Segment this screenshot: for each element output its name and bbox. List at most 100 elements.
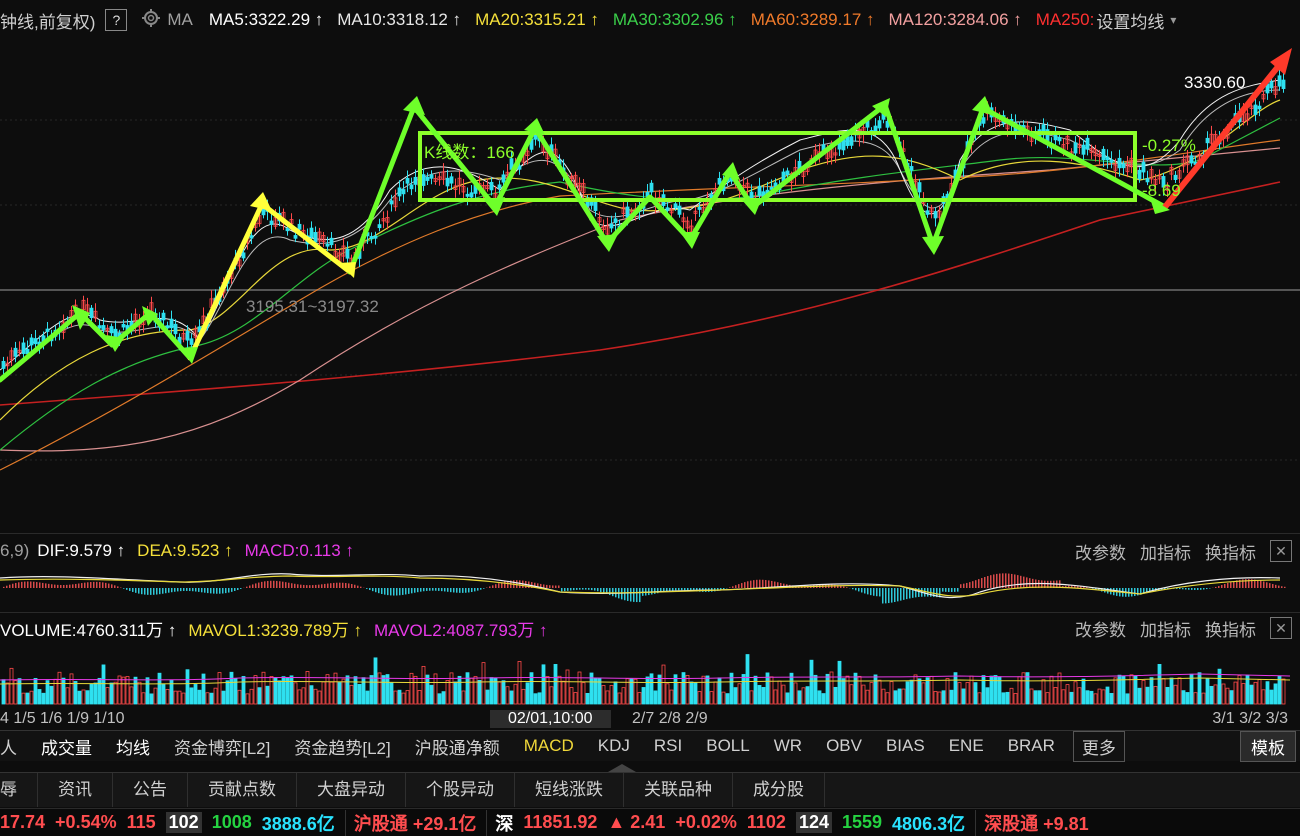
tab-wr[interactable]: WR: [774, 736, 802, 756]
macd-bar: [984, 577, 986, 588]
macd-switch-indicator-button[interactable]: 换指标: [1205, 539, 1256, 564]
template-button[interactable]: 模板: [1240, 731, 1296, 762]
tab-boll[interactable]: BOLL: [706, 736, 749, 756]
macd-bar: [117, 586, 119, 588]
set-ma-button[interactable]: 设置均线: [1096, 8, 1164, 33]
tab-fund-game[interactable]: 资金博弈[L2]: [174, 734, 270, 759]
volume-bar: [1122, 676, 1125, 704]
macd-bar: [27, 581, 29, 588]
macd-bar: [876, 588, 878, 596]
tab-obv[interactable]: OBV: [826, 736, 862, 756]
subtab-announcements[interactable]: 公告: [113, 773, 188, 807]
candle-body: [270, 221, 273, 225]
volume-bar: [1074, 682, 1077, 704]
volume-bar: [62, 678, 65, 704]
macd-edit-params-button[interactable]: 改参数: [1075, 539, 1126, 564]
macd-close-icon[interactable]: ✕: [1270, 540, 1292, 562]
subtab-constituents[interactable]: 成分股: [733, 773, 825, 807]
volume-bar: [638, 693, 641, 704]
volume-bar: [922, 683, 925, 704]
volume-bar: [354, 677, 357, 704]
subtab-0[interactable]: 辱: [0, 773, 38, 807]
volume-chart[interactable]: [0, 642, 1300, 706]
volume-bar: [786, 693, 789, 704]
ticker-sz-label: 深: [486, 810, 513, 836]
candle-body: [298, 224, 301, 229]
macd-bar: [423, 588, 425, 591]
volume-bar: [158, 673, 161, 704]
volume-bar: [342, 679, 345, 704]
tab-ene[interactable]: ENE: [949, 736, 984, 756]
volume-add-indicator-button[interactable]: 加指标: [1140, 616, 1191, 641]
more-button[interactable]: 更多: [1073, 731, 1125, 762]
candle-body: [166, 326, 169, 328]
tab-bias[interactable]: BIAS: [886, 736, 925, 756]
tab-macd[interactable]: MACD: [524, 736, 574, 756]
tab-hk-connect-net[interactable]: 沪股通净额: [415, 734, 500, 759]
tab-volume[interactable]: 成交量: [41, 734, 92, 759]
macd-bar: [222, 588, 224, 594]
volume-bar: [522, 689, 525, 704]
tab-fund-trend[interactable]: 资金趋势[L2]: [294, 734, 390, 759]
macd-bar: [309, 585, 311, 588]
candle-body: [250, 236, 253, 238]
tab-rsi[interactable]: RSI: [654, 736, 682, 756]
volume-bar: [506, 687, 509, 704]
ticker-sz-connect[interactable]: 深股通 +9.81: [975, 810, 1089, 836]
arrowhead-green-9: [680, 232, 700, 249]
subtab-related-products[interactable]: 关联品种: [624, 773, 733, 807]
macd-chart[interactable]: [0, 564, 1300, 612]
candle-body: [14, 348, 17, 356]
candle-body: [1278, 76, 1281, 86]
subtab-market-movement[interactable]: 大盘异动: [297, 773, 406, 807]
tab-ren[interactable]: 人: [0, 734, 17, 759]
macd-bar: [1182, 588, 1184, 589]
subtab-stock-movement[interactable]: 个股异动: [406, 773, 515, 807]
date-axis-right: 3/1 3/2 3/3: [1212, 710, 1288, 728]
volume-bar: [1114, 678, 1117, 704]
volume-bar: [422, 666, 425, 704]
tab-kdj[interactable]: KDJ: [598, 736, 630, 756]
gear-icon[interactable]: [141, 8, 161, 33]
volume-close-icon[interactable]: ✕: [1270, 617, 1292, 639]
help-button[interactable]: ?: [105, 9, 127, 31]
date-axis-mid: 2/7 2/8 2/9: [632, 710, 708, 728]
subtab-short-term-change[interactable]: 短线涨跌: [515, 773, 624, 807]
chevron-down-icon[interactable]: ▾: [1170, 13, 1176, 27]
arrowhead-green-14: [972, 96, 993, 115]
volume-bar: [1062, 690, 1065, 704]
macd-bar: [975, 580, 977, 588]
macd-bar: [405, 588, 407, 594]
macd-bar: [144, 588, 146, 595]
volume-bar: [1262, 690, 1265, 704]
macd-bar: [942, 588, 944, 592]
macd-bar: [132, 588, 134, 592]
volume-bar: [538, 693, 541, 704]
volume-switch-indicator-button[interactable]: 换指标: [1205, 616, 1256, 641]
macd-add-indicator-button[interactable]: 加指标: [1140, 539, 1191, 564]
macd-bar: [87, 582, 89, 588]
volume-bar: [338, 683, 341, 704]
subtab-contribution-points[interactable]: 贡献点数: [188, 773, 297, 807]
macd-bar: [180, 588, 182, 591]
volume-bar: [710, 692, 713, 704]
candle-body: [1174, 175, 1177, 179]
tab-ma[interactable]: 均线: [116, 734, 150, 759]
macd-bar: [300, 585, 302, 588]
volume-bar: [46, 681, 49, 704]
macd-bar: [204, 588, 206, 593]
macd-bar: [375, 588, 377, 592]
macd-bar: [387, 588, 389, 595]
volume-bar: [982, 676, 985, 704]
volume-edit-params-button[interactable]: 改参数: [1075, 616, 1126, 641]
ticker-sh-connect[interactable]: 沪股通 +29.1亿: [345, 810, 477, 836]
ma10-value: MA10:3318.12 ↑: [337, 10, 461, 30]
candle-body: [30, 338, 33, 345]
subtab-news[interactable]: 资讯: [38, 773, 113, 807]
tab-brar[interactable]: BRAR: [1008, 736, 1055, 756]
kline-chart[interactable]: K线数：166 3330.60 3195.31~3197.32 -0.27% -…: [0, 36, 1300, 530]
volume-bar: [206, 693, 209, 704]
macd-bar: [1227, 583, 1229, 588]
ma120-line: [0, 148, 1280, 451]
candle-body: [414, 177, 417, 184]
